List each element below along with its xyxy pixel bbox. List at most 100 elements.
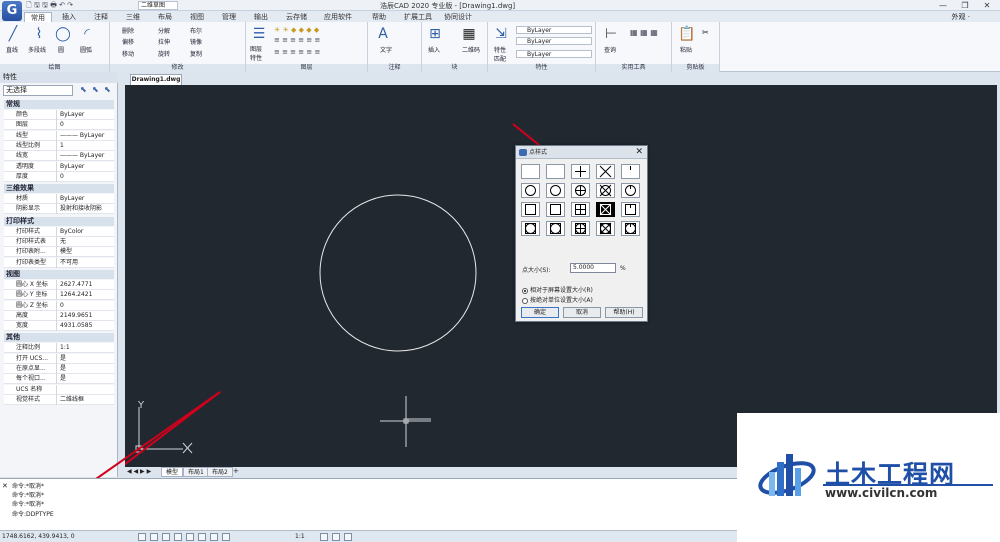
menu-item[interactable]: 管理: [216, 12, 242, 22]
arc-icon[interactable]: ◜: [78, 26, 96, 42]
property-value[interactable]: ——— ByLayer: [56, 130, 114, 141]
property-value[interactable]: 1: [56, 140, 114, 151]
utility-icons[interactable]: ▦ ▦ ▦: [630, 28, 658, 37]
menu-item[interactable]: 扩展工具: [398, 12, 438, 22]
toggle-pickadd-icon[interactable]: ⬉: [80, 85, 90, 96]
property-row[interactable]: 线型 ——— ByLayer: [4, 130, 114, 141]
menu-item[interactable]: 视图: [184, 12, 210, 22]
menu-item[interactable]: 云存储: [280, 12, 313, 22]
property-value[interactable]: ByColor: [56, 226, 114, 237]
menu-item[interactable]: 常用: [24, 12, 52, 22]
point-style-option[interactable]: [521, 202, 540, 217]
property-row[interactable]: 每个视口... 是: [4, 374, 114, 385]
app-logo-icon[interactable]: G: [2, 1, 22, 21]
dialog-close-button[interactable]: ✕: [635, 146, 643, 159]
fullscreen-icon[interactable]: [344, 533, 352, 541]
qrcode-icon[interactable]: ▦: [460, 26, 478, 42]
property-value[interactable]: 无: [56, 237, 114, 247]
layer-state-icons[interactable]: ☀ ☀ ◆ ◆ ◆ ◆: [274, 26, 319, 34]
property-row[interactable]: 高度 2149.9651: [4, 310, 114, 321]
point-style-option[interactable]: [571, 221, 590, 236]
point-style-option[interactable]: [621, 183, 640, 198]
property-section-header[interactable]: 常规: [4, 100, 114, 109]
arc-button[interactable]: 圆弧: [80, 45, 92, 54]
menu-item[interactable]: 布局: [152, 12, 178, 22]
text-icon[interactable]: A: [374, 26, 392, 42]
property-value[interactable]: 4931.0585: [56, 321, 114, 332]
property-value[interactable]: 1264.2421: [56, 290, 114, 301]
appearance-menu[interactable]: 外观 ·: [952, 12, 970, 22]
property-value[interactable]: 0: [56, 300, 114, 311]
menu-item[interactable]: 应用软件: [318, 12, 358, 22]
tab-layout1[interactable]: 布局1: [183, 467, 209, 477]
property-row[interactable]: 注释比例 1:1: [4, 343, 114, 354]
match-properties-icon[interactable]: ⇲: [492, 26, 510, 42]
menu-item[interactable]: 输出: [248, 12, 274, 22]
property-value[interactable]: 是: [56, 374, 114, 385]
circle-icon[interactable]: ◯: [54, 26, 72, 42]
property-row[interactable]: 线宽 ——— ByLayer: [4, 151, 114, 162]
transparency-icon[interactable]: [222, 533, 230, 541]
point-style-option[interactable]: [546, 221, 565, 236]
snap-icon[interactable]: [150, 533, 158, 541]
property-value[interactable]: 2627.4771: [56, 279, 114, 290]
command-input-line[interactable]: 命令:DDPTYPE: [12, 509, 54, 518]
point-size-input[interactable]: 5.0000: [570, 263, 616, 273]
point-style-option[interactable]: [546, 183, 565, 198]
property-row[interactable]: 打印样式 ByColor: [4, 226, 114, 237]
select-objects-icon[interactable]: ⬉: [92, 85, 102, 96]
line-icon[interactable]: ╱: [4, 26, 22, 42]
point-style-option[interactable]: [621, 164, 640, 179]
menu-item[interactable]: 帮助: [366, 12, 392, 22]
explode-button[interactable]: 分解: [158, 26, 170, 35]
cancel-button[interactable]: 取消: [563, 307, 601, 318]
color-combo[interactable]: ByLayer: [516, 26, 592, 34]
point-style-option[interactable]: [546, 202, 565, 217]
property-value[interactable]: 2149.9651: [56, 310, 114, 321]
boolean-button[interactable]: 布尔: [190, 26, 202, 35]
qrcode-button[interactable]: 二维码: [462, 45, 480, 54]
property-row[interactable]: 在原点显... 是: [4, 364, 114, 374]
point-style-option[interactable]: [571, 183, 590, 198]
property-row[interactable]: 打印样式表 无: [4, 237, 114, 247]
paste-button[interactable]: 粘贴: [680, 45, 692, 54]
point-style-option[interactable]: [571, 164, 590, 179]
property-value[interactable]: 投射和接收阴影: [56, 204, 114, 215]
property-section-header[interactable]: 三维效果: [4, 184, 114, 194]
insert-button[interactable]: 插入: [428, 45, 440, 54]
property-row[interactable]: 厚度 0: [4, 171, 114, 182]
point-style-option[interactable]: [596, 164, 615, 179]
property-row[interactable]: 圆心 Z 坐标 0: [4, 300, 114, 311]
circle-button[interactable]: 圆: [58, 45, 64, 54]
lock-icon[interactable]: [332, 533, 340, 541]
measure-icon[interactable]: ⊢: [602, 26, 620, 42]
menu-item[interactable]: 三维: [120, 12, 146, 22]
copy-button[interactable]: 复制: [190, 49, 202, 58]
radio-relative-size[interactable]: 相对于屏幕设置大小(R): [522, 285, 593, 294]
property-row[interactable]: 颜色 ByLayer: [4, 110, 114, 120]
grid-icon[interactable]: [138, 533, 146, 541]
property-value[interactable]: 0: [56, 120, 114, 131]
paste-icon[interactable]: 📋: [678, 26, 696, 42]
close-button[interactable]: ✕: [976, 0, 998, 11]
offset-button[interactable]: 偏移: [122, 37, 134, 46]
property-row[interactable]: 圆心 X 坐标 2627.4771: [4, 279, 114, 290]
close-command-icon[interactable]: ✕: [2, 482, 8, 490]
osnap-icon[interactable]: [186, 533, 194, 541]
point-style-option[interactable]: [571, 202, 590, 217]
layer-stack-icon[interactable]: ☰: [250, 26, 268, 42]
point-style-option[interactable]: [621, 202, 640, 217]
document-tab[interactable]: Drawing1.dwg: [130, 74, 182, 85]
menu-item[interactable]: 协同设计: [438, 12, 478, 22]
property-value[interactable]: 1:1: [56, 343, 114, 354]
property-value[interactable]: 模型: [56, 247, 114, 258]
restore-button[interactable]: ❐: [954, 0, 976, 11]
cut-copy-icons[interactable]: ✂: [702, 28, 709, 37]
menu-item[interactable]: 注释: [88, 12, 114, 22]
property-section-header[interactable]: 打印样式: [4, 216, 114, 226]
mirror-button[interactable]: 镜像: [190, 37, 202, 46]
add-layout-icon[interactable]: +: [233, 467, 239, 475]
point-style-option[interactable]: [596, 183, 615, 198]
point-style-option[interactable]: [546, 164, 565, 179]
property-row[interactable]: 打印表类型 不可用: [4, 257, 114, 268]
